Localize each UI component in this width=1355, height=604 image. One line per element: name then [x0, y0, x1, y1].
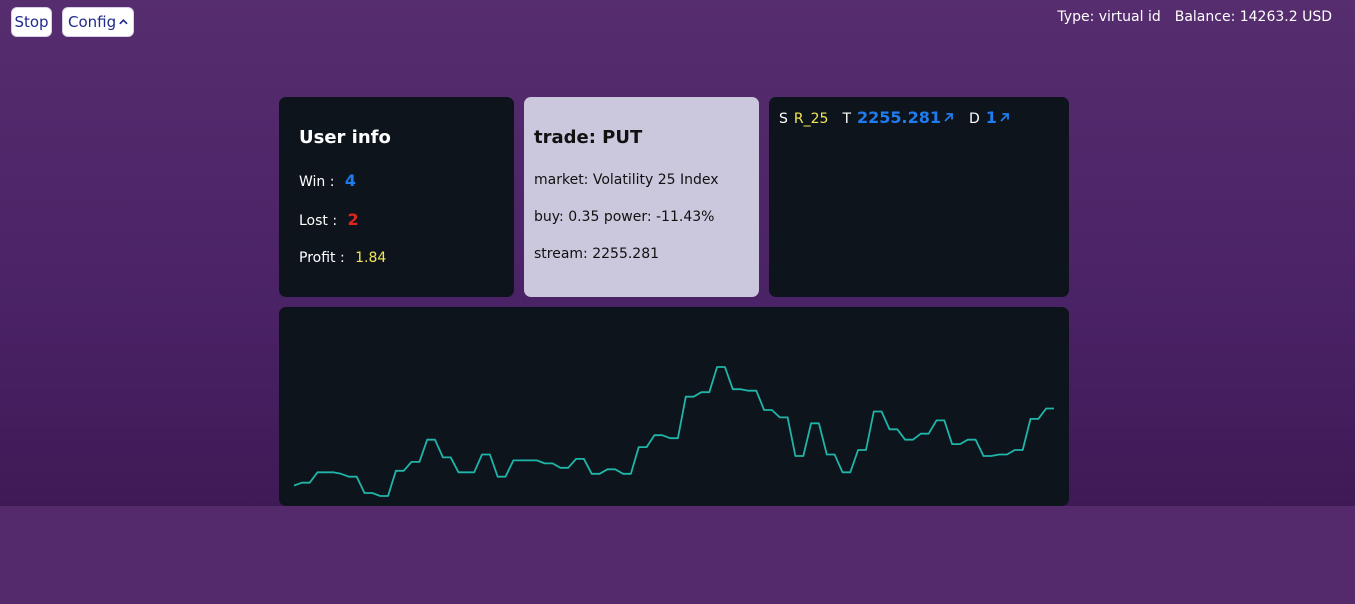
symbol-label: S	[779, 111, 788, 127]
arrow-up-right-icon	[944, 113, 953, 122]
lost-value: 2	[347, 210, 359, 229]
tick-value: 2255.281	[857, 108, 942, 127]
profit-label: Profit :	[299, 250, 345, 266]
lost-row: Lost : 2	[299, 210, 359, 229]
trade-market: market: Volatility 25 Index	[534, 172, 719, 188]
price-chart-card	[279, 307, 1069, 506]
user-info-card: User info Win : 4 Lost : 2 Profit : 1.84	[279, 97, 514, 297]
profit-row: Profit : 1.84	[299, 250, 386, 266]
trade-stream: stream: 2255.281	[534, 246, 660, 262]
symbol-value: R_25	[793, 111, 829, 127]
tick-label: T	[842, 111, 851, 127]
stop-button[interactable]: Stop	[11, 7, 52, 37]
digit-value: 1	[985, 108, 997, 127]
lost-label: Lost :	[299, 213, 338, 229]
config-label: Config	[68, 13, 117, 31]
trade-title: trade: PUT	[534, 127, 643, 148]
user-info-title: User info	[299, 127, 391, 148]
arrow-up-right-icon	[1000, 113, 1009, 122]
ticker-card: S R_25 T 2255.281 D 1	[769, 97, 1069, 297]
account-type: Type: virtual id	[1057, 9, 1161, 25]
account-info: Type: virtual id Balance: 14263.2 USD	[1057, 9, 1332, 25]
win-label: Win :	[299, 174, 335, 190]
footer-band	[0, 506, 1355, 604]
profit-value: 1.84	[355, 250, 387, 266]
account-balance: Balance: 14263.2 USD	[1174, 9, 1332, 25]
chevron-up-icon	[119, 19, 128, 25]
ticker-line: S R_25 T 2255.281 D 1	[779, 108, 1025, 127]
config-button[interactable]: Config	[62, 7, 134, 37]
win-value: 4	[344, 171, 357, 190]
digit-label: D	[969, 111, 980, 127]
price-chart	[293, 366, 1054, 497]
win-row: Win : 4	[299, 171, 356, 190]
trade-card: trade: PUT market: Volatility 25 Index b…	[524, 97, 759, 297]
price-series-line	[293, 366, 1054, 497]
trade-buy-power: buy: 0.35 power: -11.43%	[534, 209, 715, 225]
